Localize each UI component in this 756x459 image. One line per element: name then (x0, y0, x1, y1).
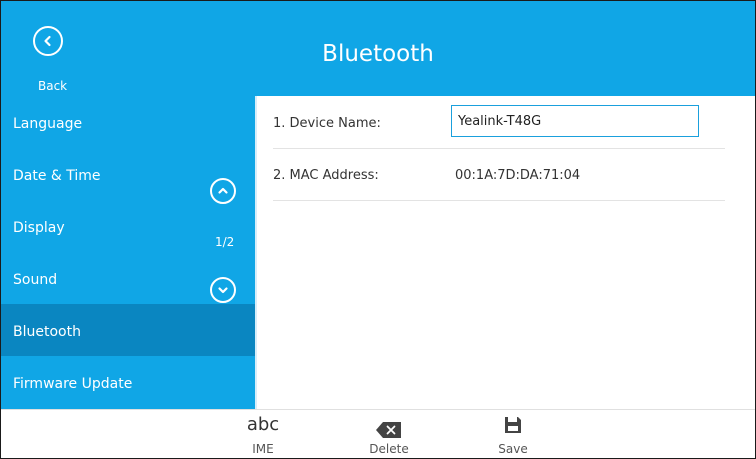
chevron-down-icon (218, 287, 228, 294)
save-button[interactable]: Save (489, 410, 537, 458)
back-label: Back (38, 79, 68, 93)
mac-address-label: 2. MAC Address: (273, 168, 379, 183)
soft-key-bar: abc IME Delete Save (1, 409, 755, 458)
sidebar-item-firmware-update[interactable]: Firmware Update (1, 356, 255, 408)
delete-button[interactable]: Delete (361, 410, 417, 458)
page-title: Bluetooth (322, 41, 434, 67)
chevron-up-icon (218, 187, 228, 194)
device-name-row: 1. Device Name: (273, 96, 725, 149)
sidebar-item-label: Sound (13, 272, 58, 288)
sidebar-item-label: Date & Time (13, 168, 101, 184)
mac-address-value: 00:1A:7D:DA:71:04 (455, 168, 581, 183)
phone-screen: Back Bluetooth Language Date & Time Disp… (0, 0, 756, 459)
ime-icon: abc (246, 414, 280, 435)
sidebar-item-language[interactable]: Language (1, 96, 255, 148)
ime-button[interactable]: abc IME (237, 410, 289, 458)
floppy-disk-icon (505, 417, 521, 433)
mac-address-row: 2. MAC Address: 00:1A:7D:DA:71:04 (273, 148, 725, 201)
title-bar: Back Bluetooth (1, 1, 755, 96)
sidebar-item-label: Display (13, 220, 65, 236)
sidebar-item-label: Bluetooth (13, 324, 81, 340)
settings-panel: 1. Device Name: 2. MAC Address: 00:1A:7D… (257, 96, 755, 409)
device-name-label: 1. Device Name: (273, 116, 381, 131)
ime-label: IME (252, 442, 274, 456)
page-up-button[interactable] (210, 178, 236, 204)
sidebar-item-label: Language (13, 116, 83, 132)
save-label: Save (498, 442, 528, 456)
sidebar-menu: Language Date & Time Display Sound Bluet… (1, 96, 255, 409)
page-down-button[interactable] (210, 277, 236, 303)
backspace-icon (376, 422, 401, 438)
page-indicator: 1/2 (215, 235, 235, 249)
sidebar-item-label: Firmware Update (13, 376, 133, 392)
sidebar-item-bluetooth[interactable]: Bluetooth (1, 304, 255, 356)
delete-label: Delete (369, 442, 409, 456)
device-name-input[interactable] (451, 105, 699, 137)
